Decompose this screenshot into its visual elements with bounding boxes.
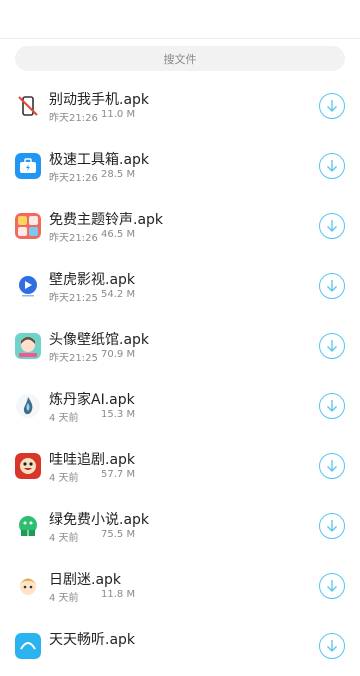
download-button[interactable] [319,333,345,359]
file-name: 绿免费小说.apk [49,512,150,528]
video-icon [15,273,41,299]
search-placeholder: 搜文件 [163,52,197,66]
toolbox-icon [15,153,41,179]
download-button[interactable] [319,153,345,179]
file-size: 54.2 M [101,289,136,300]
download-arrow-icon [327,460,337,472]
file-row[interactable]: 日剧迷.apk 4 天前 11.8 M [0,556,360,616]
file-name: 极速工具箱.apk [49,152,150,168]
file-row[interactable]: 别动我手机.apk 昨天21:26 11.0 M [0,76,360,136]
file-name: 哇哇追剧.apk [49,452,136,468]
file-size: 46.5 M [101,229,136,240]
file-time: 昨天21:26 [49,113,98,124]
download-arrow-icon [327,220,337,232]
search-bar[interactable]: 搜文件 [15,46,345,71]
file-name: 壁虎影视.apk [49,272,136,288]
jdrama-icon [15,573,41,599]
theme-ringtone-icon [15,213,41,239]
file-row[interactable]: 哇哇追剧.apk 4 天前 57.7 M [0,436,360,496]
file-size: 28.5 M [101,169,136,180]
file-row[interactable]: 头像壁纸馆.apk 昨天21:25 70.9 M [0,316,360,376]
file-time: 4 天前 [49,413,79,424]
novel-icon [15,513,41,539]
download-arrow-icon [327,100,337,112]
file-time: 昨天21:25 [49,293,98,304]
file-name: 头像壁纸馆.apk [49,332,150,348]
file-time: 4 天前 [49,473,79,484]
alchemist-ai-icon [15,393,41,419]
file-row[interactable]: 天天畅听.apk [0,616,360,676]
file-size: 15.3 M [101,409,136,420]
file-time: 昨天21:25 [49,353,98,364]
download-arrow-icon [327,400,337,412]
download-button[interactable] [319,513,345,539]
download-arrow-icon [327,160,337,172]
download-arrow-icon [327,280,337,292]
download-button[interactable] [319,93,345,119]
file-row[interactable]: 炼丹家AI.apk 4 天前 15.3 M [0,376,360,436]
top-divider [0,38,360,39]
file-size: 75.5 M [101,529,136,540]
file-name: 日剧迷.apk [49,572,122,588]
download-button[interactable] [319,213,345,239]
file-meta: 昨天21:25 54.2 M [49,289,135,304]
file-row[interactable]: 极速工具箱.apk 昨天21:26 28.5 M [0,136,360,196]
file-size: 57.7 M [101,469,136,480]
file-meta: 昨天21:26 28.5 M [49,169,135,184]
file-row[interactable]: 壁虎影视.apk 昨天21:25 54.2 M [0,256,360,316]
phone-no-touch-icon [15,93,41,119]
file-size: 11.0 M [101,109,136,120]
file-meta: 昨天21:26 46.5 M [49,229,135,244]
file-name: 炼丹家AI.apk [49,392,135,408]
download-button[interactable] [319,453,345,479]
download-arrow-icon [327,340,337,352]
download-button[interactable] [319,273,345,299]
file-time: 4 天前 [49,593,79,604]
file-time: 昨天21:26 [49,173,98,184]
avatar-wallpaper-icon [15,333,41,359]
file-list: 别动我手机.apk 昨天21:26 11.0 M 极速工具箱.apk 昨天21:… [0,76,360,676]
file-meta: 4 天前 11.8 M [49,589,135,604]
download-button[interactable] [319,393,345,419]
download-button[interactable] [319,573,345,599]
file-meta: 昨天21:26 11.0 M [49,109,135,124]
download-arrow-icon [327,580,337,592]
listen-icon [15,633,41,659]
file-meta: 4 天前 75.5 M [49,529,135,544]
file-name: 天天畅听.apk [49,632,136,648]
file-name: 免费主题铃声.apk [49,212,164,228]
file-name: 别动我手机.apk [49,92,150,108]
download-arrow-icon [327,640,337,652]
file-size: 11.8 M [101,589,136,600]
file-time: 昨天21:26 [49,233,98,244]
file-time: 4 天前 [49,533,79,544]
download-button[interactable] [319,633,345,659]
file-row[interactable]: 免费主题铃声.apk 昨天21:26 46.5 M [0,196,360,256]
file-meta: 4 天前 15.3 M [49,409,135,424]
download-arrow-icon [327,520,337,532]
file-row[interactable]: 绿免费小说.apk 4 天前 75.5 M [0,496,360,556]
drama-icon [15,453,41,479]
file-meta: 昨天21:25 70.9 M [49,349,135,364]
file-meta: 4 天前 57.7 M [49,469,135,484]
file-size: 70.9 M [101,349,136,360]
